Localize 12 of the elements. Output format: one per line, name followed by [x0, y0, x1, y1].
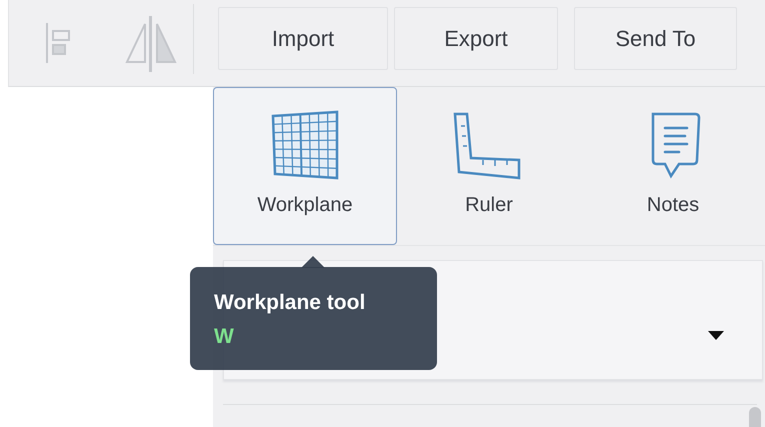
tool-tile[interactable]: Ruler [397, 87, 581, 245]
tool-tile[interactable]: Notes [581, 87, 765, 245]
shortcut-key: W [214, 325, 234, 349]
toolbar-button[interactable]: Import [218, 7, 388, 70]
align-icon[interactable] [45, 21, 71, 65]
tool-tile[interactable]: Workplane [213, 87, 397, 245]
toolbar-button[interactable]: Send To [574, 7, 737, 70]
grid-icon [269, 110, 341, 182]
scrollbar-thumb[interactable] [749, 407, 761, 427]
toolbar-button[interactable]: Export [394, 7, 558, 70]
caret-icon [708, 330, 724, 340]
tooltip-title: Workplane tool [214, 291, 366, 315]
